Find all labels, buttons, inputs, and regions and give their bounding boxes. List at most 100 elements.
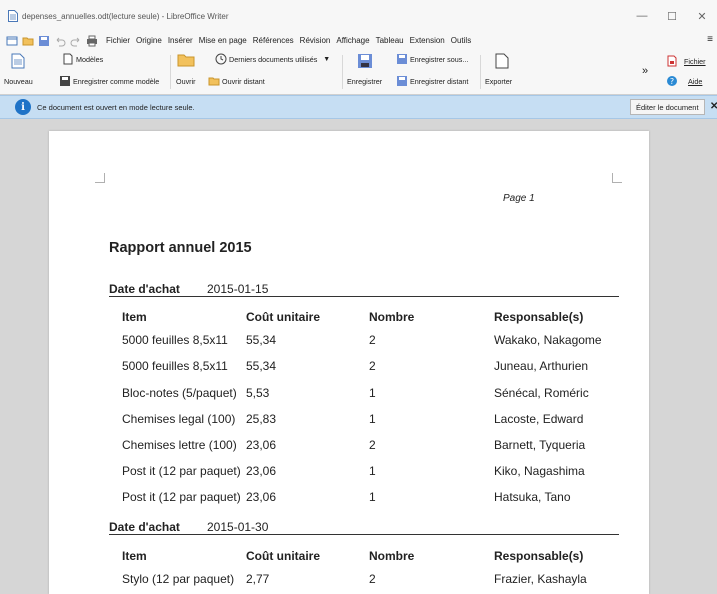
cell-item: Stylo (12 par paquet): [122, 572, 235, 586]
recent-docs-button[interactable]: Derniers documents utilisés ▼: [215, 53, 330, 65]
menu-revision[interactable]: Révision: [300, 36, 331, 45]
cell-resp: Kiko, Nagashima: [494, 464, 585, 478]
menu-references[interactable]: Références: [253, 36, 294, 45]
redo-icon[interactable]: [70, 35, 82, 47]
save-template-button[interactable]: Enregistrer comme modèle: [59, 75, 159, 87]
help-button[interactable]: ? Aide: [666, 75, 702, 87]
col-header-item: Item: [122, 549, 147, 563]
writer-doc-icon: [8, 10, 18, 22]
close-window-button[interactable]: ✕: [687, 10, 717, 23]
readonly-infobar: i Ce document est ouvert en mode lecture…: [0, 95, 717, 119]
save-template-label: Enregistrer comme modèle: [73, 76, 160, 86]
cell-item: Post it (12 par paquet): [122, 490, 241, 504]
cell-nombre: 1: [369, 386, 376, 400]
cell-nombre: 1: [369, 464, 376, 478]
crop-mark: [95, 173, 105, 183]
toolbar-separator: [170, 55, 171, 89]
help-icon: ?: [667, 76, 677, 86]
open-button[interactable]: Ouvrir: [176, 53, 196, 86]
sidebar-menu-icon[interactable]: ≡: [707, 34, 713, 45]
new-doc-icon: [11, 53, 25, 69]
cell-item: 5000 feuilles 8,5x11: [122, 359, 228, 373]
minimize-button[interactable]: —: [627, 10, 657, 22]
print-icon[interactable]: [86, 35, 98, 47]
edit-document-button[interactable]: Éditer le document: [630, 99, 705, 115]
save-button[interactable]: Enregistrer: [347, 53, 382, 86]
save-remote-button[interactable]: Enregistrer distant: [396, 75, 468, 87]
undo-icon[interactable]: [54, 35, 66, 47]
cell-item: 5000 feuilles 8,5x11: [122, 333, 228, 347]
fichier-button[interactable]: Fichier: [666, 55, 706, 67]
title-bar: depenses_annuelles.odt(lecture seule) - …: [0, 0, 717, 32]
open-label: Ouvrir: [176, 77, 196, 86]
cell-resp: Barnett, Tyqueria: [494, 438, 586, 452]
chevron-down-icon[interactable]: ▼: [323, 56, 330, 63]
menu-extension[interactable]: Extension: [410, 36, 445, 45]
cell-nombre: 2: [369, 333, 376, 347]
clock-icon: [215, 53, 227, 65]
export-icon: [495, 53, 509, 69]
col-header-cout: Coût unitaire: [246, 310, 320, 324]
col-header-resp: Responsable(s): [494, 549, 584, 563]
save-label: Enregistrer: [347, 77, 383, 86]
menu-inserer[interactable]: Insérer: [168, 36, 193, 45]
close-infobar-icon[interactable]: ✕: [710, 101, 717, 112]
window-title: depenses_annuelles.odt(lecture seule) - …: [22, 11, 229, 21]
new-label: Nouveau: [4, 77, 33, 86]
more-options-button[interactable]: »: [642, 65, 648, 77]
cell-cout: 25,83: [246, 412, 277, 426]
cell-nombre: 2: [369, 572, 376, 586]
fichier-label: Fichier: [684, 56, 706, 66]
cell-cout: 55,34: [246, 333, 277, 347]
file-toolbar: Nouveau Modèles Enregistrer comme modèle…: [0, 49, 717, 95]
cell-cout: 2,77: [246, 572, 270, 586]
save-as-icon: [397, 54, 407, 64]
crop-mark: [612, 173, 622, 183]
open-folder-icon[interactable]: [22, 35, 34, 47]
open-remote-button[interactable]: Ouvrir distant: [208, 75, 265, 87]
menu-mise-en-page[interactable]: Mise en page: [199, 36, 247, 45]
info-icon: i: [15, 99, 31, 115]
cell-nombre: 1: [369, 490, 376, 504]
save-icon[interactable]: [38, 35, 50, 47]
date-value: 2015-01-30: [207, 520, 269, 534]
svg-text:?: ?: [670, 77, 674, 86]
menu-bar: Fichier Origine Insérer Mise en page Réf…: [0, 32, 717, 49]
save-remote-icon: [397, 76, 407, 86]
save-as-button[interactable]: Enregistrer sous...: [396, 53, 468, 65]
col-header-item: Item: [122, 310, 147, 324]
menu-affichage[interactable]: Affichage: [336, 36, 369, 45]
menu-fichier[interactable]: Fichier: [106, 36, 130, 45]
maximize-button[interactable]: ☐: [657, 10, 687, 23]
menu-tableau[interactable]: Tableau: [376, 36, 404, 45]
remote-folder-icon: [208, 77, 220, 86]
new-doc-icon[interactable]: [6, 35, 18, 47]
cell-resp: Juneau, Arthurien: [494, 359, 589, 373]
export-label: Exporter: [485, 77, 513, 86]
report-title: Rapport annuel 2015: [109, 240, 252, 256]
menu-outils[interactable]: Outils: [451, 36, 471, 45]
group-header: Date d'achat 2015-01-15: [109, 282, 619, 297]
cell-resp: Lacoste, Edward: [494, 412, 584, 426]
date-label: Date d'achat: [109, 282, 180, 296]
template-icon: [63, 53, 73, 65]
infobar-message: Ce document est ouvert en mode lecture s…: [37, 102, 195, 112]
cell-cout: 23,06: [246, 464, 277, 478]
templates-button[interactable]: Modèles: [62, 53, 103, 65]
page-number: Page 1: [503, 193, 535, 204]
new-button[interactable]: Nouveau: [4, 53, 33, 86]
cell-item: Post it (12 par paquet): [122, 464, 241, 478]
date-value: 2015-01-15: [207, 282, 269, 296]
col-header-nombre: Nombre: [369, 549, 415, 563]
cell-resp: Wakako, Nakagome: [494, 333, 602, 347]
open-folder-icon: [177, 54, 195, 67]
save-template-icon: [60, 76, 70, 86]
cell-cout: 23,06: [246, 490, 277, 504]
menu-origine[interactable]: Origine: [136, 36, 162, 45]
file-icon: [667, 55, 677, 67]
export-button[interactable]: Exporter: [485, 53, 512, 86]
cell-nombre: 2: [369, 359, 376, 373]
save-as-label: Enregistrer sous...: [410, 54, 469, 64]
cell-nombre: 2: [369, 438, 376, 452]
cell-item: Chemises legal (100): [122, 412, 236, 426]
